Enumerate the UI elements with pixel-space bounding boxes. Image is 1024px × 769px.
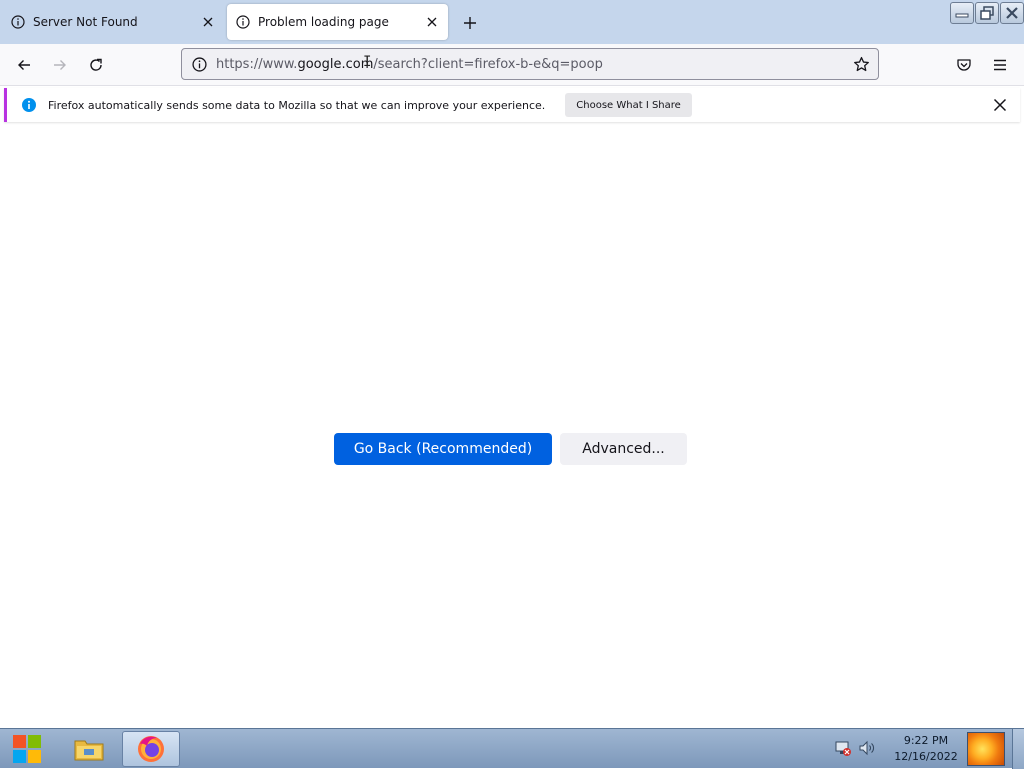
tab-title: Server Not Found — [33, 15, 138, 29]
navigation-toolbar: https://www.google.com/search?client=fir… — [0, 44, 1024, 86]
minimize-button[interactable] — [950, 2, 974, 24]
tab-problem-loading-page[interactable]: Problem loading page — [227, 4, 448, 40]
restore-button[interactable] — [975, 2, 999, 24]
forward-icon — [54, 60, 66, 70]
tab-strip: Server Not Found Problem loading page — [0, 0, 1024, 44]
start-button[interactable] — [6, 732, 48, 766]
close-icon[interactable] — [420, 10, 444, 34]
notification-message: Firefox automatically sends some data to… — [48, 98, 546, 112]
system-tray — [834, 739, 876, 761]
firefox-icon — [138, 736, 164, 762]
telemetry-notification-bar: Firefox automatically sends some data to… — [4, 88, 1020, 122]
text-cursor-icon: I — [363, 54, 372, 70]
tab-server-not-found[interactable]: Server Not Found — [0, 4, 224, 40]
choose-what-i-share-button[interactable]: Choose What I Share — [565, 93, 692, 117]
url-path: /search?client=firefox-b-e&q=poop — [373, 56, 603, 72]
user-picture-thumbnail[interactable] — [967, 732, 1005, 766]
close-icon[interactable] — [196, 10, 220, 34]
url-prefix: https://www. — [216, 56, 298, 72]
clock-date: 12/16/2022 — [894, 750, 958, 763]
taskbar: 9:22 PM 12/16/2022 — [0, 728, 1024, 769]
pocket-button[interactable] — [950, 51, 978, 79]
taskbar-firefox[interactable] — [122, 731, 180, 767]
taskbar-file-explorer[interactable] — [60, 731, 118, 767]
url-host: google.com — [297, 56, 374, 72]
menu-icon — [994, 59, 1006, 71]
reload-icon — [90, 58, 102, 71]
close-icon[interactable] — [990, 95, 1010, 115]
info-icon — [20, 96, 38, 114]
clock-time: 9:22 PM — [903, 734, 949, 747]
window-controls — [949, 2, 1024, 24]
back-button[interactable] — [10, 51, 38, 79]
menu-button[interactable] — [986, 51, 1014, 79]
network-icon[interactable] — [834, 739, 852, 761]
restore-icon — [980, 6, 994, 20]
advanced-button[interactable]: Advanced... — [560, 433, 687, 465]
forward-button[interactable] — [46, 51, 74, 79]
volume-icon[interactable] — [858, 739, 876, 761]
info-icon — [10, 14, 26, 30]
info-icon — [235, 14, 251, 30]
plus-icon — [464, 17, 476, 29]
star-icon[interactable] — [846, 56, 876, 73]
taskbar-clock[interactable]: 9:22 PM 12/16/2022 — [890, 733, 962, 765]
info-icon[interactable] — [184, 56, 214, 72]
url-bar[interactable]: https://www.google.com/search?client=fir… — [181, 48, 879, 80]
url-text[interactable]: https://www.google.com/search?client=fir… — [214, 57, 846, 72]
tab-title: Problem loading page — [258, 15, 389, 29]
reload-button[interactable] — [82, 51, 110, 79]
close-icon — [1006, 7, 1018, 19]
back-icon — [18, 60, 30, 70]
new-tab-button[interactable] — [457, 10, 483, 36]
windows-start-icon — [13, 735, 41, 763]
file-explorer-icon — [74, 740, 104, 761]
show-desktop-button[interactable] — [1012, 729, 1024, 769]
pocket-icon — [957, 59, 971, 71]
close-window-button[interactable] — [1000, 2, 1024, 24]
minimize-icon — [955, 13, 969, 18]
go-back-button[interactable]: Go Back (Recommended) — [334, 433, 552, 465]
